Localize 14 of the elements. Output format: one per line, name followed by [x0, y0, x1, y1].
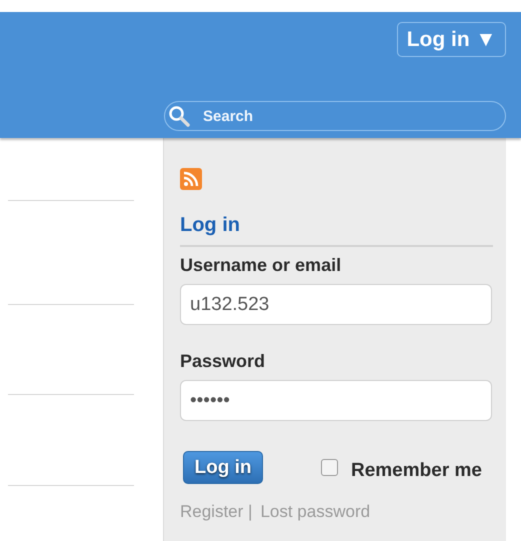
- login-button[interactable]: Log in: [183, 451, 263, 484]
- input-field[interactable]: u132.523: [180, 284, 492, 325]
- input-field[interactable]: ••••••: [180, 380, 492, 421]
- link[interactable]: Lost password: [260, 502, 370, 522]
- search-icon: [168, 105, 190, 127]
- checkbox-label: Remember me: [351, 460, 482, 482]
- login-heading: Log in: [180, 214, 493, 247]
- rss-icon[interactable]: [180, 168, 202, 190]
- search-field[interactable]: Search: [164, 101, 506, 131]
- field-label: Username or email: [180, 255, 342, 276]
- checkbox[interactable]: [321, 459, 338, 476]
- field-label: Password: [180, 351, 266, 372]
- login-menu-button[interactable]: Log in ▼: [397, 22, 506, 57]
- link[interactable]: Register |: [180, 502, 252, 522]
